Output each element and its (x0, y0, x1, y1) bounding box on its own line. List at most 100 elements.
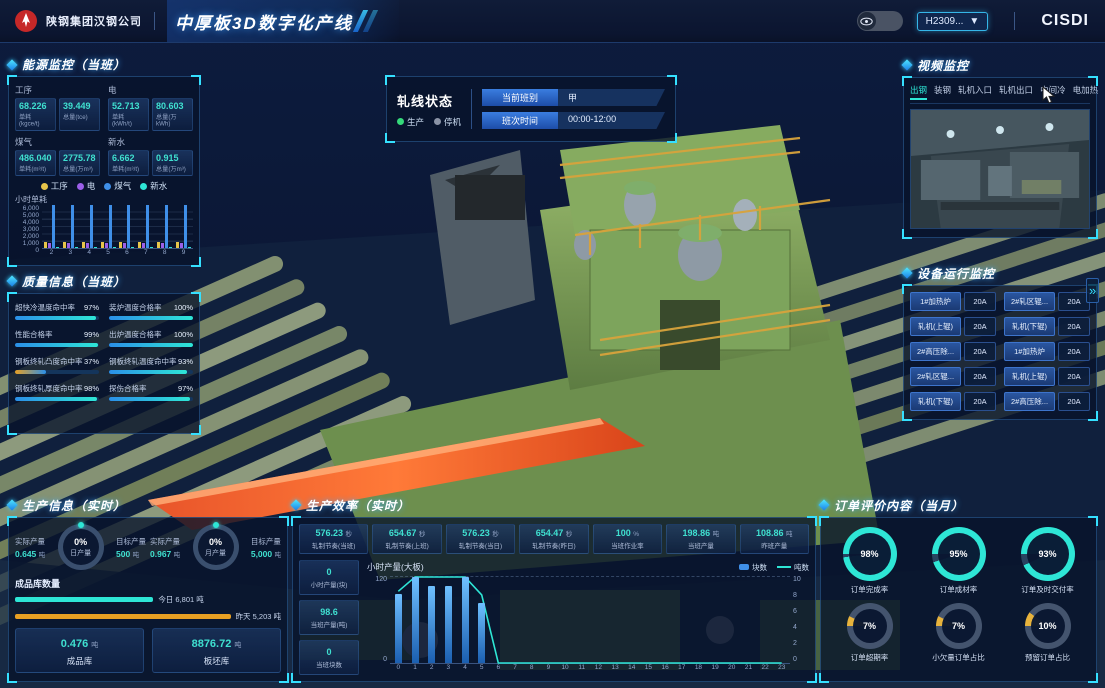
bar-group (99, 205, 118, 248)
bar (131, 247, 134, 248)
quality-info-panel: 质量信息（当班） 超快冷温度命中率97% 装炉温度合格率100% 性能合格率99… (8, 272, 200, 434)
panel-title: 设备运行监控 (917, 265, 995, 282)
x-tick: 1 (407, 664, 424, 675)
efficiency-stat: 108.86 吨昨班产量 (740, 524, 809, 554)
x-tick: 15 (640, 664, 657, 675)
quality-item: 超快冷温度命中率97% (15, 302, 99, 320)
device-item: 2#轧区辊...20A (1004, 292, 1090, 311)
legend-bar-marker (739, 564, 749, 570)
bar-group (80, 205, 99, 248)
y-tick: 0 (383, 656, 387, 663)
panel-title: 质量信息（当班） (22, 273, 126, 290)
x-tick: 4 (80, 249, 99, 256)
legend-label: 新水 (150, 180, 167, 192)
x-tick: 19 (707, 664, 724, 675)
chart-legend: 块数 吨数 (739, 562, 809, 573)
energy-stat: 80.603总量(万kWh) (152, 98, 193, 131)
x-tick: 22 (757, 664, 774, 675)
bar-group (136, 205, 155, 248)
tab-charging[interactable]: 装钢 (934, 84, 951, 100)
bar (82, 242, 85, 247)
order-donut: 93% 订单及时交付率 (1021, 527, 1075, 595)
panel-title: 生产信息（实时） (22, 497, 126, 514)
bar (52, 205, 55, 248)
efficiency-stat: 100 %当班作业率 (593, 524, 662, 554)
quality-item: 探伤合格率97% (109, 383, 193, 401)
bar (105, 243, 108, 247)
tab-tapping[interactable]: 出钢 (910, 84, 927, 100)
x-tick: 18 (690, 664, 707, 675)
collapse-arrow-icon[interactable]: » (1086, 278, 1099, 303)
hourly-consumption-chart: 小时单耗 6,0005,0004,0003,0002,0001,0000 234… (15, 194, 193, 259)
bar-group (42, 205, 61, 248)
bar (176, 242, 179, 247)
ring-gauge: 0%月产量 (193, 524, 239, 570)
energy-stat: 486.040单耗(m³/t) (15, 150, 56, 176)
bar (113, 247, 116, 248)
diamond-icon (6, 59, 17, 70)
bar (412, 577, 419, 663)
y-tick: 6,000 (23, 205, 39, 212)
efficiency-stat: 576.23 秒轧制节奏(当日) (446, 524, 515, 554)
eye-icon (858, 12, 876, 30)
bar (127, 205, 130, 248)
x-axis: 23456789 (42, 249, 193, 256)
x-tick: 5 (99, 249, 118, 256)
visibility-toggle[interactable] (857, 11, 903, 31)
video-feed[interactable] (910, 109, 1090, 229)
bar (119, 242, 122, 247)
cisdi-logo: CISDI (1041, 12, 1089, 30)
bar (165, 205, 168, 248)
y-tick: 10 (793, 576, 809, 583)
energy-stat: 52.713单耗(kWh/t) (108, 98, 149, 131)
bar (71, 205, 74, 248)
y-tick: 2,000 (23, 233, 39, 240)
bar (109, 205, 112, 248)
bar-group (61, 205, 80, 248)
tab-electric-heating[interactable]: 电加热 (1073, 84, 1099, 100)
quality-item: 性能合格率99% (15, 329, 99, 347)
energy-chart-legend: 工序 电 煤气 新水 (15, 180, 193, 192)
panel-title: 视频监控 (917, 57, 969, 74)
shift-row: 当前班别 甲 (482, 89, 665, 106)
x-tick: 13 (607, 664, 624, 675)
order-donut: 10% 预留订单占比 (1025, 603, 1071, 663)
device-item: 轧机(下辊)20A (910, 392, 996, 411)
line-status-legend: 生产 停机 (397, 116, 461, 128)
energy-group: 煤气 486.040单耗(m³/t) 2775.78总量(万m³) (15, 135, 100, 176)
tab-mill-exit[interactable]: 轧机出口 (999, 84, 1033, 100)
bar (184, 205, 187, 248)
stock-section-title: 成品库数量 (15, 577, 281, 590)
x-tick: 0 (390, 664, 407, 675)
bar (123, 243, 126, 247)
tab-mill-entry[interactable]: 轧机入口 (958, 84, 992, 100)
status-dot-production (397, 118, 404, 125)
diamond-icon (901, 59, 912, 70)
energy-group-name: 工序 (15, 84, 100, 96)
x-tick: 17 (673, 664, 690, 675)
daily-output-gauge: 实际产量0.645 吨 0%日产量 目标产量500 吨 (15, 524, 146, 570)
diamond-icon (901, 267, 912, 278)
device-item: 轧机(下辊)20A (1004, 317, 1090, 336)
energy-group-name: 煤气 (15, 136, 100, 148)
efficiency-stat: 198.86 吨当班产量 (666, 524, 735, 554)
bar (44, 242, 47, 247)
y-tick: 4 (793, 624, 809, 631)
page-title: 中厚板3D数字化产线 (167, 0, 399, 42)
shift-selector[interactable]: H2309... ▼ (917, 12, 989, 31)
right-y-axis: 1086420 (790, 576, 809, 675)
panel-title: 生产效率（实时） (306, 497, 410, 514)
production-efficiency-panel: 生产效率（实时） 576.23 秒轧制节奏(当班) 654.67 秒轧制节奏(上… (292, 496, 816, 682)
y-tick: 4,000 (23, 219, 39, 226)
y-tick: 1,000 (23, 240, 39, 247)
device-item: 2#高压除...20A (910, 342, 996, 361)
hourly-output-chart: 小时产量(大板) 块数 吨数 1200 01234567891011121314… (367, 560, 809, 675)
energy-stat: 68.226单耗(kgce/t) (15, 98, 56, 131)
x-tick: 12 (590, 664, 607, 675)
finished-stock-card: 0.476 吨 成品库 (15, 628, 144, 673)
shift-label-chip: 当前班别 (482, 89, 558, 106)
bar (138, 242, 141, 247)
order-donut: 7% 小欠量订单占比 (932, 603, 985, 663)
shift-time-row: 班次时间 00:00-12:00 (482, 112, 665, 129)
y-tick: 120 (375, 576, 387, 583)
